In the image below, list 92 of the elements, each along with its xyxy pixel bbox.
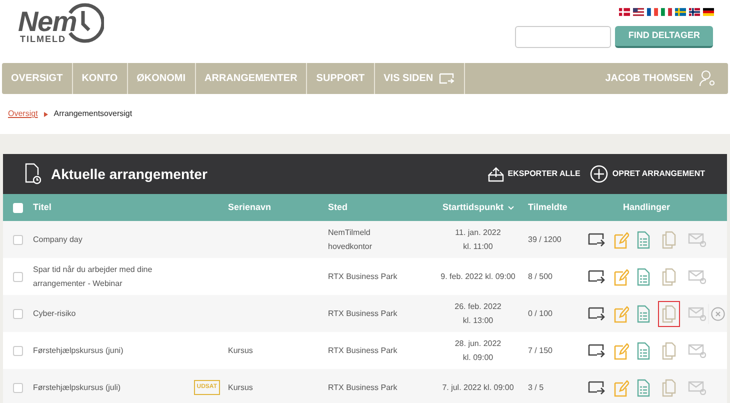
start-time: 26. feb. 2022 [454,300,502,312]
participant-count: 3 / 5 [528,382,544,392]
start-time: kl. 13:00 [462,314,494,326]
event-title: Spar tid når du arbejder med dine arrangementer - Webinar [33,264,154,290]
document-icon[interactable] [636,304,650,322]
start-time: 11. jan. 2022 [455,226,501,239]
mail-icon[interactable] [688,306,706,320]
triangle-icon [44,112,48,116]
find-participant-button[interactable]: FIND DELTAGER [615,26,713,48]
logo-name: Nem [18,8,77,36]
us-flag-icon[interactable] [633,8,644,16]
mail-icon[interactable] [688,232,706,246]
norwegian-flag-icon[interactable] [689,8,700,16]
mail-icon[interactable] [688,380,706,394]
row-checkbox[interactable] [13,382,23,392]
nav-item[interactable]: OVERSIGT [2,63,73,94]
table-row[interactable]: Cyber-risiko RTX Business Park 26. feb. 2022 kl. 13:00 0 / 100 [3,295,727,332]
row-checkbox[interactable] [13,272,23,282]
copy-icon[interactable] [658,300,680,326]
document-icon[interactable] [636,342,650,360]
export-icon [488,166,504,182]
series-name: Kursus [228,382,253,392]
user-settings-icon [699,70,716,87]
move-icon[interactable] [588,344,606,358]
nav-item[interactable]: VIS SIDEN [374,63,466,94]
event-place: NemTilmeld hovedkontor [328,226,374,252]
create-event-button[interactable]: OPRET ARRANGEMENT [590,165,705,183]
chevron-down-icon [508,206,514,210]
event-place: RTX Business Park [328,270,398,282]
move-icon[interactable] [588,232,606,246]
document-clock-icon [25,163,41,185]
nav-item[interactable]: ARRANGEMENTER [196,63,308,94]
edit-icon[interactable] [614,378,628,396]
plus-circle-icon [590,165,608,183]
danish-flag-icon[interactable] [619,8,630,16]
event-place: RTX Business Park [328,308,398,320]
german-flag-icon[interactable] [703,8,714,16]
mail-icon[interactable] [688,344,706,358]
select-all-checkbox[interactable] [13,202,23,212]
nav-item[interactable]: ØKONOMI [128,63,196,94]
edit-icon[interactable] [614,230,628,248]
edit-icon[interactable] [614,304,628,322]
french-flag-icon[interactable] [647,8,658,16]
participant-count: 7 / 150 [528,346,552,354]
series-name: Kursus [228,346,253,354]
event-title: Company day [33,234,82,246]
delete-icon[interactable] [711,306,725,320]
column-header[interactable]: Tilmeldte [528,200,568,214]
logo-subtitle: TILMELD [20,35,67,44]
event-title: Førstehjælpskursus (juni) [33,344,124,357]
nav-item[interactable]: KONTO [72,63,128,94]
export-all-button[interactable]: EKSPORTER ALLE [488,166,580,182]
row-checkbox[interactable] [13,346,23,356]
participant-count: 8 / 500 [528,272,552,280]
italian-flag-icon[interactable] [661,8,672,16]
document-icon[interactable] [636,268,650,286]
breadcrumb-current: Arrangementsoversigt [54,108,132,120]
swedish-flag-icon[interactable] [675,8,686,16]
table-row[interactable]: Company day NemTilmeld hovedkontor 11. jan. 2022 kl. 11:00 39 / 1200 [3,221,727,258]
move-icon[interactable] [588,306,606,320]
column-header[interactable]: Serienavn [228,200,272,214]
column-header[interactable]: Starttidspunkt [442,200,514,214]
row-checkbox[interactable] [13,234,23,244]
nav-item[interactable]: SUPPORT [307,63,375,94]
column-header[interactable]: Handlinger [622,200,670,214]
document-icon[interactable] [636,230,650,248]
logo[interactable]: Nem TILMELD [16,2,104,46]
search-field[interactable] [515,26,612,48]
start-time: kl. 09:00 [462,352,494,364]
column-header[interactable]: Sted [328,200,348,214]
start-time: 9. feb. 2022 kl. 09:00 [440,270,516,282]
start-time: 28. jun. 2022 [454,338,502,350]
column-header[interactable]: Titel [33,200,52,214]
breadcrumb-link[interactable]: Oversigt [8,108,38,120]
edit-icon[interactable] [614,268,628,286]
card-title: Aktuelle arrangementer [51,164,208,184]
event-title: Cyber-risiko [33,308,76,320]
user-menu[interactable]: JACOB THOMSEN [605,63,728,94]
document-icon[interactable] [636,378,650,396]
start-time: kl. 11:00 [463,240,493,252]
edit-icon[interactable] [614,342,628,360]
participant-count: 39 / 1200 [528,234,562,244]
row-checkbox[interactable] [13,308,23,318]
screen-arrow-icon [439,73,456,84]
move-icon[interactable] [588,270,606,284]
mail-icon[interactable] [688,270,706,284]
event-place: RTX Business Park [328,344,398,356]
event-title: Førstehjælpskursus (juli) [33,382,121,394]
move-icon[interactable] [588,380,606,394]
event-place: RTX Business Park [328,382,398,394]
start-time: 7. jul. 2022 kl. 09:00 [442,382,514,394]
participant-count: 0 / 100 [528,308,552,318]
